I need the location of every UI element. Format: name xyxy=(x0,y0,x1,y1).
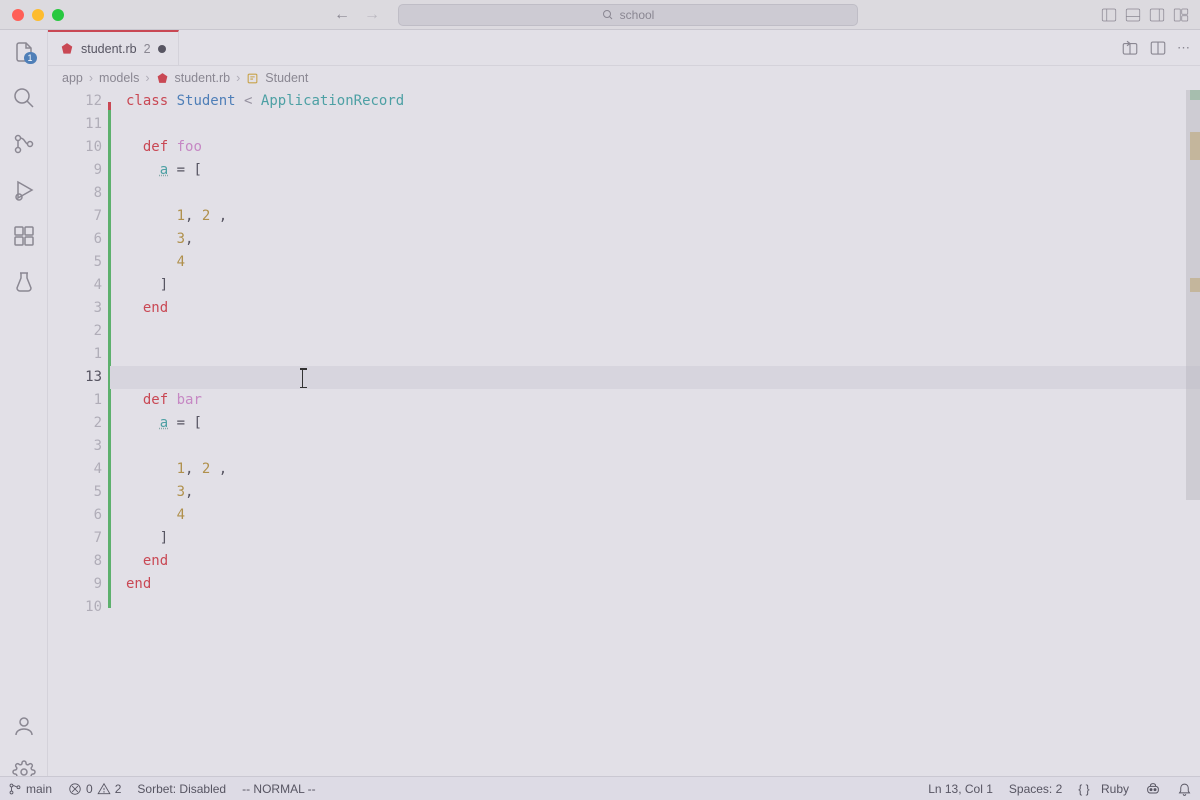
status-bar: main 0 2 Sorbet: Disabled -- NORMAL -- L… xyxy=(0,776,1200,800)
panel-left-icon[interactable] xyxy=(1100,6,1118,24)
status-copilot-icon[interactable] xyxy=(1137,781,1169,797)
status-branch[interactable]: main xyxy=(0,782,60,796)
search-icon[interactable] xyxy=(12,86,36,110)
tab-problem-count: 2 xyxy=(144,42,151,56)
explorer-badge: 1 xyxy=(24,52,37,64)
activity-bar: 1 xyxy=(0,30,48,800)
ruby-file-icon xyxy=(60,42,74,56)
explorer-icon[interactable]: 1 xyxy=(12,40,36,64)
window-controls xyxy=(0,9,64,21)
tab-student[interactable]: student.rb 2 xyxy=(48,30,179,65)
panel-bottom-icon[interactable] xyxy=(1124,6,1142,24)
status-spaces[interactable]: Spaces: 2 xyxy=(1001,782,1070,796)
status-position[interactable]: Ln 13, Col 1 xyxy=(920,782,1001,796)
gutter: 12 11 10 9 8 7 6 5 4 3 2 1 13 1 2 3 4 5 … xyxy=(48,90,110,800)
status-problems[interactable]: 0 2 xyxy=(60,782,129,796)
forward-icon[interactable]: → xyxy=(364,6,380,24)
crumb-file[interactable]: student.rb xyxy=(175,71,231,85)
breadcrumb[interactable]: app› models› student.rb› Student xyxy=(48,66,1200,90)
class-icon xyxy=(246,72,259,85)
nav-arrows: ← → xyxy=(334,6,380,24)
tab-bar: student.rb 2 ⋯ xyxy=(48,30,1200,66)
panel-right-icon[interactable] xyxy=(1148,6,1166,24)
more-icon[interactable]: ⋯ xyxy=(1177,40,1192,56)
status-sorbet[interactable]: Sorbet: Disabled xyxy=(129,782,234,796)
maximize-icon[interactable] xyxy=(52,9,64,21)
status-bell-icon[interactable] xyxy=(1169,781,1200,796)
close-icon[interactable] xyxy=(12,9,24,21)
tab-dirty-icon xyxy=(158,45,166,53)
run-icon[interactable] xyxy=(12,178,36,202)
tab-filename: student.rb xyxy=(81,42,137,56)
split-icon[interactable] xyxy=(1149,39,1167,57)
crumb-models[interactable]: models xyxy=(99,71,139,85)
crumb-app[interactable]: app xyxy=(62,71,83,85)
testing-icon[interactable] xyxy=(12,270,36,294)
search-text: school xyxy=(620,8,655,22)
status-language[interactable]: { } Ruby xyxy=(1070,782,1137,796)
code-area[interactable]: class Student < ApplicationRecord def fo… xyxy=(110,90,1200,800)
scm-icon[interactable] xyxy=(12,132,36,156)
account-icon[interactable] xyxy=(12,714,36,738)
minimize-icon[interactable] xyxy=(32,9,44,21)
back-icon[interactable]: ← xyxy=(334,6,350,24)
layout-grid-icon[interactable] xyxy=(1172,6,1190,24)
search-input[interactable]: school xyxy=(398,4,858,26)
titlebar: ← → school xyxy=(0,0,1200,30)
scrollbar[interactable] xyxy=(1186,90,1200,800)
layout-controls xyxy=(1100,6,1190,24)
text-cursor xyxy=(302,369,304,387)
crumb-symbol[interactable]: Student xyxy=(265,71,308,85)
extensions-icon[interactable] xyxy=(12,224,36,248)
compare-icon[interactable] xyxy=(1121,39,1139,57)
editor[interactable]: 12 11 10 9 8 7 6 5 4 3 2 1 13 1 2 3 4 5 … xyxy=(48,90,1200,800)
status-vim-mode: -- NORMAL -- xyxy=(234,782,324,796)
ruby-file-icon xyxy=(156,72,169,85)
editor-group: student.rb 2 ⋯ app› models› student.rb› … xyxy=(48,30,1200,800)
